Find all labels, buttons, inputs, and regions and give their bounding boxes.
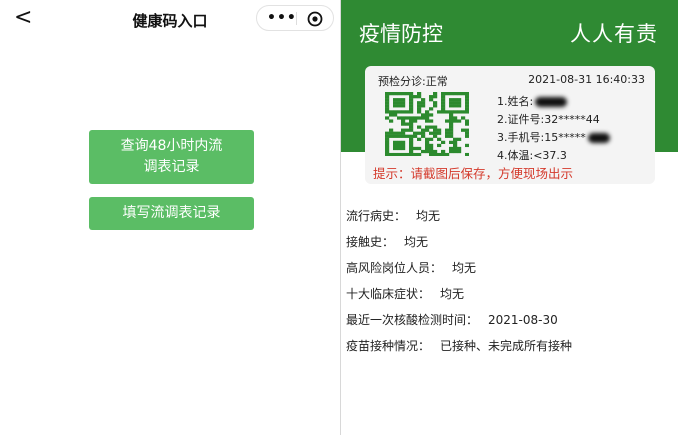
person-info: 1.姓名: 2.证件号:32*****44 3.手机号:15***** 4.体温…	[497, 93, 610, 165]
capsule-divider	[296, 12, 297, 25]
health-code-card: 预检分诊:正常 2021-08-31 16:40:33 1.姓名: 2.证件号:…	[365, 66, 655, 184]
history-label: 流行病史：	[346, 209, 407, 223]
query-48h-records-button[interactable]: 查询48小时内流调表记录	[89, 130, 254, 184]
card-timestamp: 2021-08-31 16:40:33	[528, 73, 645, 86]
history-label: 高风险岗位人员：	[346, 261, 443, 275]
history-label: 疫苗接种情况：	[346, 339, 431, 353]
history-value: 均无	[416, 209, 441, 223]
history-value: 2021-08-30	[488, 313, 558, 327]
history-value: 均无	[440, 287, 465, 301]
left-phone-screen: < 健康码入口 ••• 查询48小时内流调表记录 填写流调表记录	[0, 0, 340, 435]
header-left-text: 疫情防控	[359, 22, 443, 46]
history-row: 最近一次核酸检测时间： 2021-08-30	[346, 311, 572, 337]
id-row: 2.证件号:32*****44	[497, 113, 600, 126]
history-row: 高风险岗位人员： 均无	[346, 259, 572, 285]
history-value: 均无	[404, 235, 429, 249]
more-icon[interactable]: •••	[267, 10, 297, 26]
history-row: 十大临床症状： 均无	[346, 285, 572, 311]
history-value: 已接种、未完成所有接种	[440, 339, 573, 353]
history-label: 接触史：	[346, 235, 395, 249]
save-screenshot-tip: 提示：请截图后保存，方便现场出示	[373, 166, 574, 181]
right-phone-screen: 疫情防控 人人有责 预检分诊:正常 2021-08-31 16:40:33 1.…	[341, 0, 678, 435]
redaction-blur	[587, 133, 610, 143]
redaction-blur	[535, 97, 568, 107]
history-label: 最近一次核酸检测时间：	[346, 313, 479, 327]
name-row: 1.姓名:	[497, 93, 610, 111]
epidemiological-history: 流行病史： 均无 接触史： 均无 高风险岗位人员： 均无 十大临床症状： 均无 最近一次核酸检测…	[346, 207, 572, 363]
qr-code-icon	[385, 92, 469, 156]
close-target-icon[interactable]	[307, 11, 323, 27]
history-row: 流行病史： 均无	[346, 207, 572, 233]
header-right-text: 人人有责	[570, 22, 658, 46]
history-row: 疫苗接种情况： 已接种、未完成所有接种	[346, 337, 572, 363]
history-row: 接触史： 均无	[346, 233, 572, 259]
triage-status: 预检分诊:正常	[378, 75, 448, 88]
history-label: 十大临床症状：	[346, 287, 431, 301]
fill-records-button[interactable]: 填写流调表记录	[89, 197, 254, 230]
history-value: 均无	[452, 261, 477, 275]
mini-program-capsule: •••	[256, 5, 334, 31]
phone-row: 3.手机号:15*****	[497, 129, 610, 147]
